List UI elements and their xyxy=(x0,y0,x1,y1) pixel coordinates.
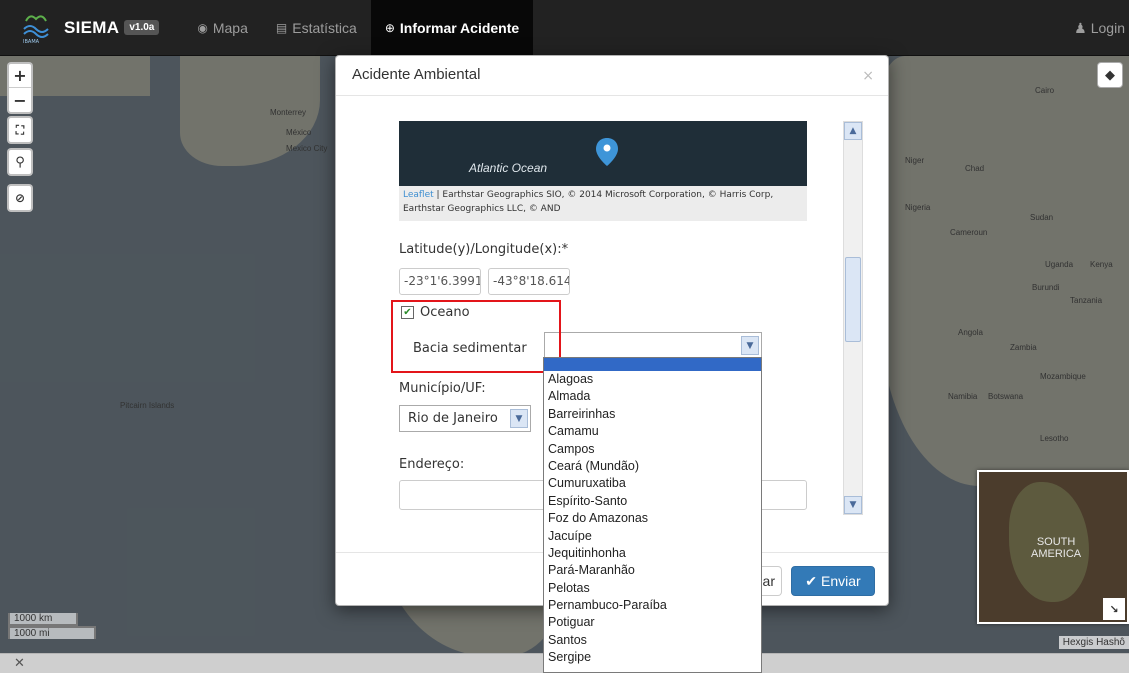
dropdown-option[interactable]: Barreirinhas xyxy=(544,406,761,423)
municipio-select-value: Rio de Janeiro xyxy=(408,411,498,426)
modal-title: Acidente Ambiental xyxy=(352,66,481,83)
minimap-toggle-icon[interactable]: ↘ xyxy=(1103,598,1125,620)
dropdown-option[interactable] xyxy=(544,358,761,371)
location-map-preview[interactable]: Atlantic Ocean Leaflet | Earthstar Geogr… xyxy=(399,121,807,221)
minimap[interactable]: SOUTH AMERICA ↘ xyxy=(977,470,1129,624)
check-icon: ✔ xyxy=(805,572,818,589)
layers-icon[interactable]: ◆ xyxy=(1097,62,1123,88)
ibama-logo-icon: IBAMA xyxy=(20,11,52,45)
nav-estatistica-label: Estatística xyxy=(292,19,357,36)
zoom-in-button[interactable]: + xyxy=(9,64,31,88)
modal-header: Acidente Ambiental × xyxy=(336,56,888,96)
plus-circle-icon: ⊕ xyxy=(384,20,395,35)
longitude-input[interactable]: -43°8'18.6145( xyxy=(488,268,570,295)
dropdown-option[interactable]: Potiguar xyxy=(544,614,761,631)
chevron-down-icon: ▼ xyxy=(741,336,759,355)
fullscreen-control: ⛶ xyxy=(7,116,33,144)
send-button-label: Enviar xyxy=(821,573,861,589)
dropdown-option[interactable]: Foz do Amazonas xyxy=(544,510,761,527)
brand-name: SIEMA xyxy=(64,17,120,37)
navbar: IBAMA SIEMA v1.0a ◉ Mapa ▤ Estatística ⊕… xyxy=(0,0,1129,56)
modal-close-icon[interactable]: × xyxy=(862,68,874,84)
dropdown-option[interactable]: Cumuruxatiba xyxy=(544,475,761,492)
dropdown-option[interactable]: Ceará (Mundão) xyxy=(544,458,761,475)
dropdown-option[interactable]: Jacuípe xyxy=(544,528,761,545)
fullscreen-icon[interactable]: ⛶ xyxy=(9,118,31,142)
bar-chart-icon: ▤ xyxy=(275,20,288,35)
close-icon[interactable]: ✕ xyxy=(14,656,25,671)
modal-scrollbar[interactable]: ▲ ▼ xyxy=(843,121,863,515)
scale-mi: 1000 mi xyxy=(8,626,96,639)
dropdown-option[interactable]: Alagoas xyxy=(544,371,761,388)
nav-mapa-label: Mapa xyxy=(212,19,248,36)
dropdown-option[interactable]: Pará-Maranhão xyxy=(544,562,761,579)
minimap-label: SOUTH AMERICA xyxy=(1031,536,1082,560)
preview-attribution-text: | Earthstar Geographics SIO, © 2014 Micr… xyxy=(403,190,774,214)
dropdown-option[interactable]: Pernambuco-Paraíba xyxy=(544,597,761,614)
zoom-out-button[interactable]: − xyxy=(9,88,31,112)
chevron-down-icon: ▼ xyxy=(510,409,528,428)
search-control: ⚲ xyxy=(7,148,33,176)
highlight-box xyxy=(391,300,561,373)
nav-informar-acidente[interactable]: ⊕ Informar Acidente xyxy=(370,0,534,56)
login-label: Login xyxy=(1090,20,1125,36)
preview-attribution: Leaflet | Earthstar Geographics SIO, © 2… xyxy=(399,186,807,221)
reset-control: ⊘ xyxy=(7,184,33,212)
bacia-dropdown-list[interactable]: Alagoas Almada Barreirinhas Camamu Campo… xyxy=(543,357,762,673)
dropdown-option[interactable]: Santos xyxy=(544,632,761,649)
dropdown-option[interactable]: Jequitinhonha xyxy=(544,545,761,562)
user-icon: ♟ xyxy=(1074,19,1087,36)
brand[interactable]: IBAMA SIEMA v1.0a xyxy=(0,0,160,56)
svg-text:IBAMA: IBAMA xyxy=(23,39,40,45)
latitude-input[interactable]: -23°1'6.39917: xyxy=(399,268,481,295)
latlon-label: Latitude(y)/Longitude(x):* xyxy=(399,242,569,257)
dropdown-option[interactable]: Campos xyxy=(544,441,761,458)
scroll-up-icon[interactable]: ▲ xyxy=(844,122,862,140)
map-attribution: Hexgis Hashô xyxy=(1058,636,1129,649)
reset-icon[interactable]: ⊘ xyxy=(9,186,31,210)
municipio-select[interactable]: Rio de Janeiro ▼ xyxy=(399,405,531,432)
version-badge: v1.0a xyxy=(124,20,160,35)
dropdown-option[interactable]: Camamu xyxy=(544,423,761,440)
globe-icon: ◉ xyxy=(197,20,208,35)
map-pin-icon xyxy=(596,138,618,166)
map-scale: 1000 km 1000 mi xyxy=(8,613,96,639)
scroll-thumb[interactable] xyxy=(845,257,861,342)
bacia-select[interactable]: ▼ xyxy=(544,332,762,359)
nav-informar-label: Informar Acidente xyxy=(399,19,520,36)
nav-estatistica[interactable]: ▤ Estatística xyxy=(262,0,371,56)
zoom-control: + − xyxy=(7,62,33,114)
nav-mapa[interactable]: ◉ Mapa xyxy=(183,0,262,56)
scroll-down-icon[interactable]: ▼ xyxy=(844,496,862,514)
dropdown-option[interactable]: Sergipe xyxy=(544,649,761,666)
dropdown-option[interactable]: Almada xyxy=(544,388,761,405)
scale-km: 1000 km xyxy=(8,613,78,626)
dropdown-option[interactable]: Pelotas xyxy=(544,580,761,597)
search-icon[interactable]: ⚲ xyxy=(9,150,31,174)
dropdown-option[interactable]: Espírito-Santo xyxy=(544,493,761,510)
municipio-label: Município/UF: xyxy=(399,381,486,396)
send-button[interactable]: ✔ Enviar xyxy=(791,566,875,596)
login-link[interactable]: ♟ Login xyxy=(1074,0,1125,56)
leaflet-link[interactable]: Leaflet xyxy=(403,190,434,200)
endereco-label: Endereço: xyxy=(399,457,465,472)
preview-ocean-label: Atlantic Ocean xyxy=(469,161,548,175)
